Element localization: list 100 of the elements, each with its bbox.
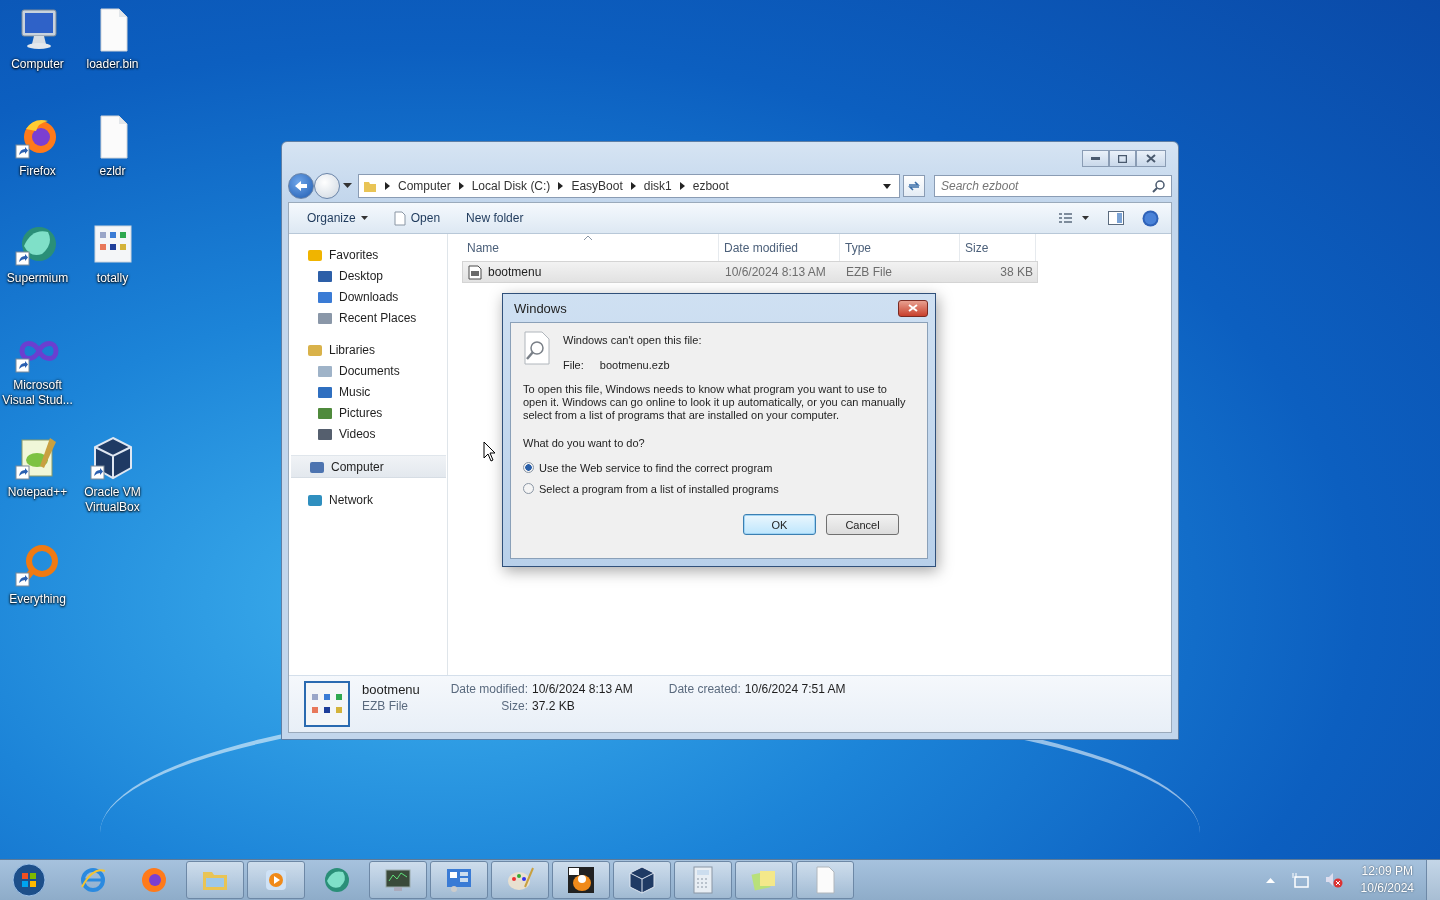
file-icon bbox=[393, 210, 406, 226]
nav-icon bbox=[317, 363, 333, 378]
chevron-icon[interactable] bbox=[385, 182, 390, 190]
nav-icon bbox=[317, 405, 333, 420]
maximize-icon bbox=[1118, 154, 1127, 163]
close-button[interactable] bbox=[898, 299, 928, 317]
file-thumbnail-icon bbox=[304, 681, 350, 727]
desktop-icon-label[interactable]: Computer bbox=[0, 57, 75, 72]
toolbar-button[interactable]: New folder bbox=[458, 208, 532, 228]
option-label[interactable]: Select a program from a list of installed programs bbox=[539, 482, 779, 495]
app-icon bbox=[322, 865, 352, 895]
desktop-icon-label[interactable]: loader.bin bbox=[75, 57, 150, 72]
breadcrumb-item[interactable]: Computer bbox=[398, 179, 451, 193]
property-label: Size: bbox=[500, 699, 528, 713]
desktop-icon-label[interactable]: totally bbox=[75, 271, 150, 286]
taskbar-app-button[interactable] bbox=[552, 861, 610, 899]
dialog-button[interactable]: Cancel bbox=[826, 514, 899, 535]
minimize-icon bbox=[1091, 157, 1100, 160]
property-label: Date created: bbox=[668, 682, 741, 697]
table-cell-text: EZB File bbox=[845, 265, 893, 279]
dialog-question: What do you want to do? bbox=[523, 437, 646, 449]
back-arrow-icon bbox=[294, 180, 308, 192]
folder-icon bbox=[363, 179, 377, 193]
chevron-icon[interactable] bbox=[558, 182, 564, 190]
app-icon bbox=[78, 865, 108, 895]
nav-item[interactable]: Libraries bbox=[289, 339, 447, 360]
desktop-icon-label[interactable]: ezldr bbox=[75, 164, 150, 179]
nav-item[interactable]: Desktop bbox=[289, 265, 447, 286]
radio-button[interactable] bbox=[523, 462, 534, 473]
back-button[interactable] bbox=[288, 173, 314, 199]
desktop-icon-label[interactable]: Microsoft Visual Stud... bbox=[0, 378, 75, 408]
desktop-icon-label[interactable]: Firefox bbox=[0, 164, 75, 179]
file-type: EZB File bbox=[362, 699, 408, 713]
maximize-button[interactable] bbox=[1109, 150, 1136, 167]
table-cell-text: 38 KB bbox=[999, 265, 1034, 279]
nav-item[interactable]: Downloads bbox=[289, 286, 447, 307]
refresh-button[interactable] bbox=[903, 175, 925, 197]
property-value: 10/6/2024 7:51 AM bbox=[744, 682, 846, 697]
dropdown-caret-icon[interactable] bbox=[883, 183, 891, 189]
desktop-icon-label[interactable]: Supermium bbox=[0, 271, 75, 286]
desktop-icon-label[interactable]: Notepad++ bbox=[0, 485, 75, 500]
nav-item[interactable]: Music bbox=[289, 381, 447, 402]
search-field[interactable]: Search ezboot bbox=[934, 175, 1172, 197]
nav-icon bbox=[307, 492, 323, 507]
minimize-button[interactable] bbox=[1082, 150, 1109, 167]
chevron-icon[interactable] bbox=[630, 182, 636, 190]
pane-icon bbox=[1108, 211, 1124, 225]
toolbar-button[interactable]: Organize bbox=[299, 208, 376, 228]
property-value: 37.2 KB bbox=[532, 699, 576, 713]
taskbar-app-button[interactable] bbox=[369, 861, 427, 899]
nav-item[interactable]: Network bbox=[289, 489, 447, 510]
default-button[interactable]: OK bbox=[743, 514, 816, 535]
app-icon bbox=[139, 865, 169, 895]
breadcrumb-item[interactable]: ezboot bbox=[692, 179, 729, 193]
nav-item[interactable]: Pictures bbox=[289, 402, 447, 423]
magnifier-document-icon bbox=[523, 331, 551, 365]
nav-icon bbox=[317, 384, 333, 399]
close-icon bbox=[1146, 154, 1156, 163]
toolbar-button[interactable]: Open bbox=[385, 207, 449, 229]
file-row[interactable]: bootmenu 10/6/2024 8:13 AM EZB File 38 KB bbox=[462, 261, 1038, 283]
file-name: bootmenu bbox=[362, 682, 421, 697]
app-icon bbox=[627, 865, 657, 895]
file-icon bbox=[468, 264, 482, 280]
caret-icon bbox=[360, 216, 368, 220]
mouse-cursor-icon bbox=[483, 441, 497, 462]
nav-item[interactable]: Videos bbox=[289, 423, 447, 444]
help-icon bbox=[1142, 209, 1159, 227]
close-button[interactable] bbox=[1136, 150, 1166, 167]
property-label: Date modified: bbox=[449, 682, 528, 697]
chevron-icon[interactable] bbox=[679, 182, 685, 190]
nav-icon bbox=[309, 459, 325, 474]
breadcrumb-item[interactable]: disk1 bbox=[643, 179, 672, 193]
taskbar-app-button[interactable] bbox=[613, 861, 671, 899]
close-icon bbox=[908, 304, 918, 312]
nav-item[interactable]: Recent Places bbox=[289, 307, 447, 328]
file-name: bootmenu bbox=[488, 265, 542, 279]
nav-item[interactable]: Computer bbox=[291, 455, 446, 478]
file-name: bootmenu.ezb bbox=[599, 359, 670, 371]
nav-item[interactable]: Documents bbox=[289, 360, 447, 381]
search-icon bbox=[1152, 180, 1165, 193]
chevron-icon[interactable] bbox=[458, 182, 464, 190]
windows-orb-icon bbox=[12, 863, 46, 897]
radio-button[interactable] bbox=[523, 483, 534, 494]
dialog-heading: Windows can't open this file: bbox=[563, 334, 702, 346]
breadcrumb-item[interactable]: Local Disk (C:) bbox=[471, 179, 551, 193]
breadcrumb-item[interactable]: EasyBoot bbox=[571, 179, 623, 193]
sort-caret-icon bbox=[584, 236, 592, 240]
address-bar[interactable]: Computer Local Disk (C:) EasyBoot disk1 ezboot bbox=[358, 174, 900, 198]
app-icon bbox=[566, 865, 596, 895]
history-caret-icon[interactable] bbox=[343, 183, 352, 189]
nav-icon bbox=[307, 247, 323, 262]
table-cell-text: 10/6/2024 8:13 AM bbox=[724, 265, 827, 279]
property-value: 10/6/2024 8:13 AM bbox=[532, 682, 633, 697]
nav-item[interactable]: Favorites bbox=[289, 244, 447, 265]
dialog-title: Windows bbox=[514, 300, 567, 316]
nav-icon bbox=[317, 426, 333, 441]
refresh-icon bbox=[907, 180, 921, 192]
option-label[interactable]: Use the Web service to find the correct program bbox=[539, 461, 773, 474]
muted-volume-icon[interactable] bbox=[1324, 872, 1343, 888]
nav-icon bbox=[307, 342, 323, 357]
